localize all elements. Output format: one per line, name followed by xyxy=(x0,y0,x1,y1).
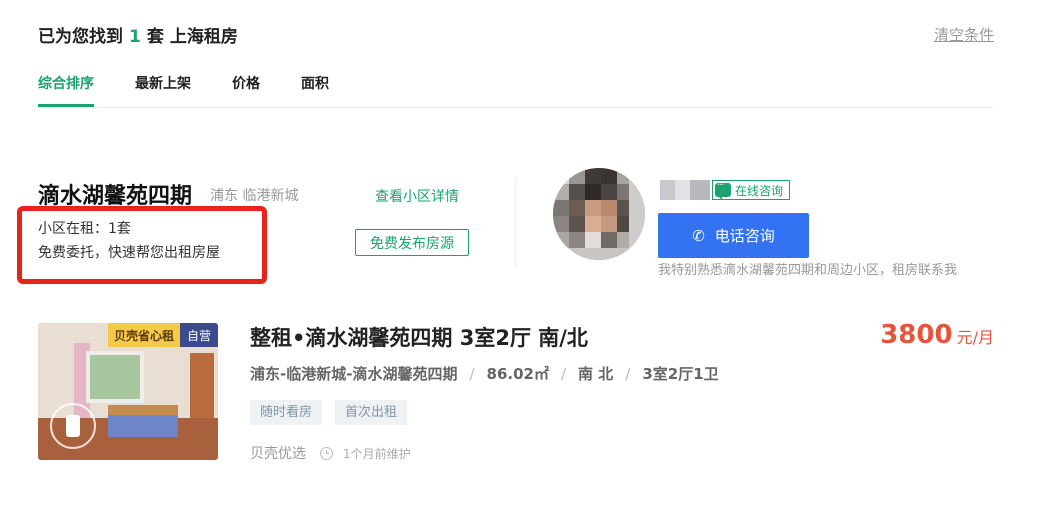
tab-area[interactable]: 面积 xyxy=(301,73,329,107)
vertical-divider xyxy=(515,178,516,268)
vr-view-icon[interactable] xyxy=(50,403,96,449)
sort-tabs: 综合排序 最新上架 价格 面积 xyxy=(38,73,370,107)
tab-comprehensive-sort[interactable]: 综合排序 xyxy=(38,73,94,107)
phone-consult-label: 电话咨询 xyxy=(714,227,775,245)
listing-footer: 贝壳优选 1个月前维护 xyxy=(250,443,411,463)
tab-newest[interactable]: 最新上架 xyxy=(135,73,191,107)
beike-rent-tag: 贝壳省心租 xyxy=(107,323,180,347)
price-unit: 元/月 xyxy=(956,328,994,347)
listing-tag: 首次出租 xyxy=(335,400,408,425)
price-value: 3800 xyxy=(880,320,953,350)
tabs-divider xyxy=(38,107,993,108)
listing-layout: 3室2厅1卫 xyxy=(642,365,719,383)
phone-consult-button[interactable]: ✆ 电话咨询 xyxy=(658,213,809,258)
listing-tags: 随时看房 首次出租 xyxy=(250,400,420,425)
desc-separator: / xyxy=(560,365,567,383)
online-chat-button[interactable]: 在线咨询 xyxy=(712,180,791,200)
community-detail-link[interactable]: 查看小区详情 xyxy=(375,186,459,206)
listing-orientation: 南 北 xyxy=(578,365,614,383)
listing-area-path[interactable]: 浦东-临港新城-滴水湖馨苑四期 xyxy=(250,365,457,383)
clear-filters-link[interactable]: 清空条件 xyxy=(934,24,994,45)
listing-image[interactable]: 贝壳省心租 自营 xyxy=(38,323,218,460)
clock-icon xyxy=(320,446,333,460)
listing-price: 3800 元/月 xyxy=(880,320,994,350)
result-summary: 已为您找到 1 套上海租房 xyxy=(38,22,238,47)
self-operated-tag: 自营 xyxy=(180,323,218,347)
community-location: 浦东 临港新城 xyxy=(210,188,299,204)
listing-description: 浦东-临港新城-滴水湖馨苑四期 / 86.02㎡ / 南 北 / 3室2厅1卫 xyxy=(250,363,719,384)
tab-price[interactable]: 价格 xyxy=(232,73,260,107)
listing-updated: 1个月前维护 xyxy=(343,446,411,461)
phone-icon: ✆ xyxy=(692,226,705,245)
chat-icon xyxy=(715,180,731,200)
agent-avatar[interactable] xyxy=(553,168,645,260)
listing-tag: 随时看房 xyxy=(250,400,323,425)
listing-size: 86.02㎡ xyxy=(486,365,549,383)
summary-prefix: 已为您找到 xyxy=(38,27,123,47)
online-chat-label: 在线咨询 xyxy=(735,183,784,198)
listing-brand: 贝壳优选 xyxy=(250,446,306,462)
desc-separator: / xyxy=(625,365,631,383)
room-door xyxy=(190,353,214,423)
publish-listing-button[interactable]: 免费发布房源 xyxy=(355,229,469,256)
desc-separator: / xyxy=(469,365,475,383)
summary-city: 上海租房 xyxy=(169,27,238,47)
agent-name-blurred xyxy=(660,180,710,200)
result-count: 1 xyxy=(129,27,141,47)
highlight-annotation-box xyxy=(17,206,267,284)
listing-title[interactable]: 整租•滴水湖馨苑四期 3室2厅 南/北 xyxy=(250,322,588,352)
agent-description: 我特别熟悉滴水湖馨苑四期和周边小区，租房联系我 xyxy=(658,263,958,278)
summary-unit: 套 xyxy=(146,27,164,47)
room-bed xyxy=(108,405,178,437)
room-window xyxy=(86,351,144,403)
